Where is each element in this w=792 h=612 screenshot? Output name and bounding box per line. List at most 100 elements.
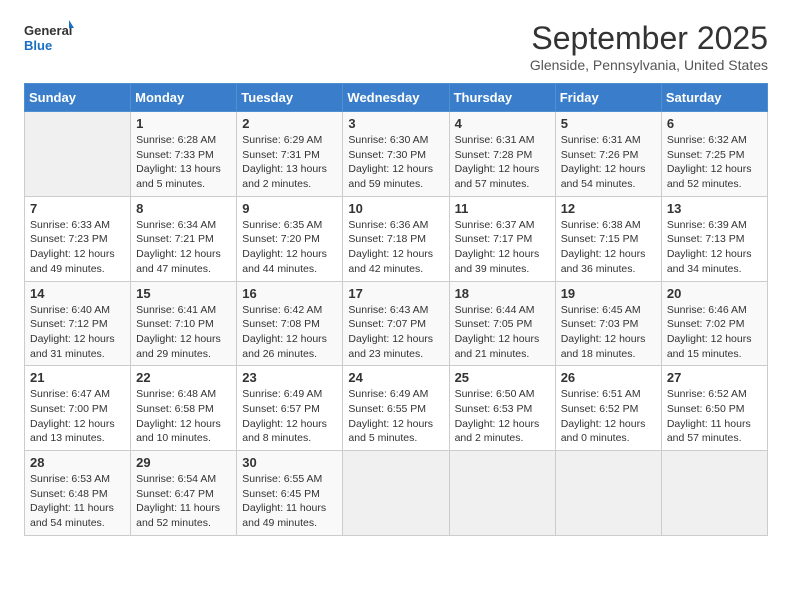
month-title: September 2025 xyxy=(530,20,768,57)
cell-week1-day5: 5Sunrise: 6:31 AMSunset: 7:26 PMDaylight… xyxy=(555,112,661,197)
day-info: Sunrise: 6:44 AMSunset: 7:05 PMDaylight:… xyxy=(455,303,550,362)
cell-week5-day4 xyxy=(449,451,555,536)
logo: General Blue xyxy=(24,20,74,56)
cell-week4-day2: 23Sunrise: 6:49 AMSunset: 6:57 PMDayligh… xyxy=(237,366,343,451)
week-row-5: 28 Sunrise: 6:53 AMSunset: 6:48 PMDayligh… xyxy=(25,451,768,536)
logo-svg: General Blue xyxy=(24,20,74,56)
day-info: Sunrise: 6:39 AMSunset: 7:13 PMDaylight:… xyxy=(667,218,762,277)
cell-week3-day1: 15Sunrise: 6:41 AMSunset: 7:10 PMDayligh… xyxy=(131,281,237,366)
day-number: 18 xyxy=(455,286,550,301)
cell-week2-day5: 12 Sunrise: 6:38 AMSunset: 7:15 PMDayligh… xyxy=(555,196,661,281)
day-info: Sunrise: 6:35 AMSunset: 7:20 PMDaylight:… xyxy=(242,218,337,277)
day-number: 8 xyxy=(136,201,231,216)
day-info: Sunrise: 6:32 AMSunset: 7:25 PMDaylight:… xyxy=(667,133,762,192)
day-info: Sunrise: 6:47 AMSunset: 7:00 PMDaylight:… xyxy=(30,387,125,446)
title-block: September 2025 Glenside, Pennsylvania, U… xyxy=(530,20,768,73)
header-saturday: Saturday xyxy=(661,84,767,112)
day-info: Sunrise: 6:28 AMSunset: 7:33 PMDaylight:… xyxy=(136,133,231,192)
day-info: Sunrise: 6:42 AMSunset: 7:08 PMDaylight:… xyxy=(242,303,337,362)
cell-week2-day6: 13 Sunrise: 6:39 AMSunset: 7:13 PMDayligh… xyxy=(661,196,767,281)
cell-week1-day1: 1 Sunrise: 6:28 AMSunset: 7:33 PMDaylight… xyxy=(131,112,237,197)
cell-week2-day4: 11 Sunrise: 6:37 AMSunset: 7:17 PMDayligh… xyxy=(449,196,555,281)
day-info: Sunrise: 6:49 AMSunset: 6:57 PMDaylight:… xyxy=(242,387,337,446)
day-number: 19 xyxy=(561,286,656,301)
cell-week5-day2: 30 Sunrise: 6:55 AMSunset: 6:45 PMDayligh… xyxy=(237,451,343,536)
cell-week5-day5 xyxy=(555,451,661,536)
cell-week3-day6: 20Sunrise: 6:46 AMSunset: 7:02 PMDayligh… xyxy=(661,281,767,366)
day-number: 1 xyxy=(136,116,231,131)
day-number: 5 xyxy=(561,116,656,131)
day-number: 16 xyxy=(242,286,337,301)
cell-week4-day4: 25 Sunrise: 6:50 AMSunset: 6:53 PMDayligh… xyxy=(449,366,555,451)
cell-week4-day6: 27 Sunrise: 6:52 AMSunset: 6:50 PMDayligh… xyxy=(661,366,767,451)
header-monday: Monday xyxy=(131,84,237,112)
cell-week5-day0: 28 Sunrise: 6:53 AMSunset: 6:48 PMDayligh… xyxy=(25,451,131,536)
day-number: 13 xyxy=(667,201,762,216)
day-info: Sunrise: 6:29 AMSunset: 7:31 PMDaylight:… xyxy=(242,133,337,192)
day-number: 9 xyxy=(242,201,337,216)
day-number: 24 xyxy=(348,370,443,385)
day-number: 4 xyxy=(455,116,550,131)
day-number: 30 xyxy=(242,455,337,470)
svg-text:General: General xyxy=(24,23,72,38)
day-number: 15 xyxy=(136,286,231,301)
day-number: 7 xyxy=(30,201,125,216)
day-number: 27 xyxy=(667,370,762,385)
header-friday: Friday xyxy=(555,84,661,112)
day-number: 10 xyxy=(348,201,443,216)
cell-week2-day3: 10 Sunrise: 6:36 AMSunset: 7:18 PMDayligh… xyxy=(343,196,449,281)
cell-week1-day0 xyxy=(25,112,131,197)
week-row-3: 14Sunrise: 6:40 AMSunset: 7:12 PMDayligh… xyxy=(25,281,768,366)
day-info: Sunrise: 6:31 AMSunset: 7:28 PMDaylight:… xyxy=(455,133,550,192)
week-row-1: 1 Sunrise: 6:28 AMSunset: 7:33 PMDaylight… xyxy=(25,112,768,197)
day-number: 29 xyxy=(136,455,231,470)
day-info: Sunrise: 6:53 AMSunset: 6:48 PMDaylight:… xyxy=(30,472,125,531)
cell-week2-day1: 8Sunrise: 6:34 AMSunset: 7:21 PMDaylight… xyxy=(131,196,237,281)
weekday-header-row: SundayMondayTuesdayWednesdayThursdayFrid… xyxy=(25,84,768,112)
location-subtitle: Glenside, Pennsylvania, United States xyxy=(530,57,768,73)
cell-week4-day0: 21 Sunrise: 6:47 AMSunset: 7:00 PMDayligh… xyxy=(25,366,131,451)
cell-week3-day4: 18 Sunrise: 6:44 AMSunset: 7:05 PMDayligh… xyxy=(449,281,555,366)
day-info: Sunrise: 6:55 AMSunset: 6:45 PMDaylight:… xyxy=(242,472,337,531)
day-info: Sunrise: 6:30 AMSunset: 7:30 PMDaylight:… xyxy=(348,133,443,192)
cell-week5-day3 xyxy=(343,451,449,536)
cell-week1-day2: 2 Sunrise: 6:29 AMSunset: 7:31 PMDaylight… xyxy=(237,112,343,197)
day-info: Sunrise: 6:33 AMSunset: 7:23 PMDaylight:… xyxy=(30,218,125,277)
header-tuesday: Tuesday xyxy=(237,84,343,112)
calendar-table: SundayMondayTuesdayWednesdayThursdayFrid… xyxy=(24,83,768,536)
cell-week3-day3: 17Sunrise: 6:43 AMSunset: 7:07 PMDayligh… xyxy=(343,281,449,366)
cell-week4-day5: 26 Sunrise: 6:51 AMSunset: 6:52 PMDayligh… xyxy=(555,366,661,451)
day-number: 14 xyxy=(30,286,125,301)
cell-week2-day0: 7 Sunrise: 6:33 AMSunset: 7:23 PMDaylight… xyxy=(25,196,131,281)
cell-week2-day2: 9 Sunrise: 6:35 AMSunset: 7:20 PMDaylight… xyxy=(237,196,343,281)
day-number: 25 xyxy=(455,370,550,385)
day-info: Sunrise: 6:51 AMSunset: 6:52 PMDaylight:… xyxy=(561,387,656,446)
day-number: 6 xyxy=(667,116,762,131)
cell-week3-day0: 14Sunrise: 6:40 AMSunset: 7:12 PMDayligh… xyxy=(25,281,131,366)
cell-week1-day4: 4 Sunrise: 6:31 AMSunset: 7:28 PMDaylight… xyxy=(449,112,555,197)
cell-week4-day3: 24Sunrise: 6:49 AMSunset: 6:55 PMDayligh… xyxy=(343,366,449,451)
day-number: 20 xyxy=(667,286,762,301)
cell-week3-day2: 16 Sunrise: 6:42 AMSunset: 7:08 PMDayligh… xyxy=(237,281,343,366)
header-wednesday: Wednesday xyxy=(343,84,449,112)
cell-week5-day1: 29 Sunrise: 6:54 AMSunset: 6:47 PMDayligh… xyxy=(131,451,237,536)
day-number: 28 xyxy=(30,455,125,470)
day-number: 26 xyxy=(561,370,656,385)
page-header: General Blue September 2025 Glenside, Pe… xyxy=(24,20,768,73)
cell-week1-day3: 3 Sunrise: 6:30 AMSunset: 7:30 PMDaylight… xyxy=(343,112,449,197)
header-sunday: Sunday xyxy=(25,84,131,112)
day-number: 3 xyxy=(348,116,443,131)
week-row-4: 21 Sunrise: 6:47 AMSunset: 7:00 PMDayligh… xyxy=(25,366,768,451)
day-info: Sunrise: 6:54 AMSunset: 6:47 PMDaylight:… xyxy=(136,472,231,531)
day-number: 21 xyxy=(30,370,125,385)
day-info: Sunrise: 6:38 AMSunset: 7:15 PMDaylight:… xyxy=(561,218,656,277)
day-number: 11 xyxy=(455,201,550,216)
cell-week4-day1: 22Sunrise: 6:48 AMSunset: 6:58 PMDayligh… xyxy=(131,366,237,451)
day-info: Sunrise: 6:36 AMSunset: 7:18 PMDaylight:… xyxy=(348,218,443,277)
cell-week3-day5: 19Sunrise: 6:45 AMSunset: 7:03 PMDayligh… xyxy=(555,281,661,366)
day-info: Sunrise: 6:52 AMSunset: 6:50 PMDaylight:… xyxy=(667,387,762,446)
day-number: 12 xyxy=(561,201,656,216)
day-number: 2 xyxy=(242,116,337,131)
day-info: Sunrise: 6:50 AMSunset: 6:53 PMDaylight:… xyxy=(455,387,550,446)
day-info: Sunrise: 6:37 AMSunset: 7:17 PMDaylight:… xyxy=(455,218,550,277)
